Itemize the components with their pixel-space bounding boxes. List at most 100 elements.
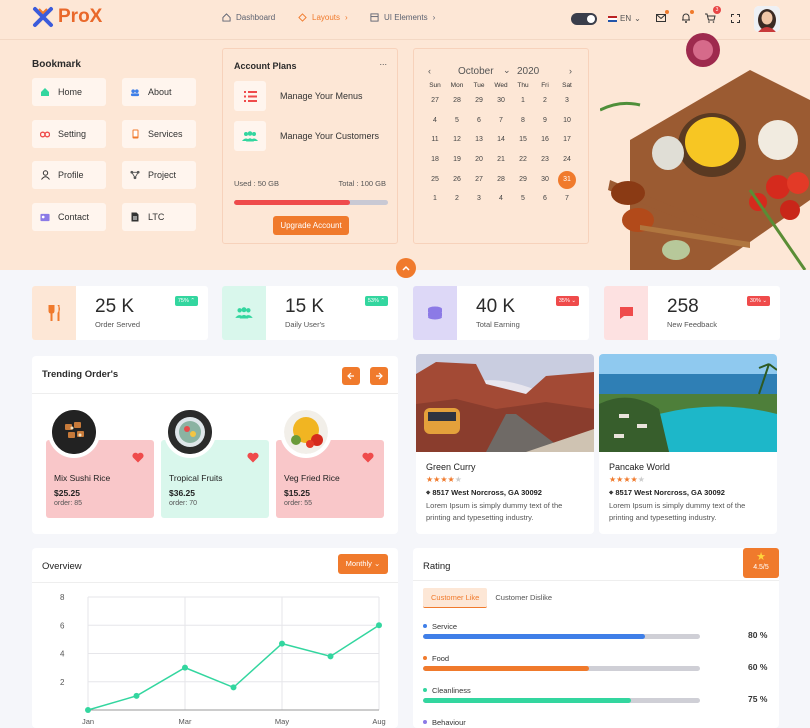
calendar-day[interactable]: 30 bbox=[490, 91, 512, 111]
calendar-day[interactable]: 13 bbox=[468, 130, 490, 150]
next-button[interactable] bbox=[370, 367, 388, 385]
cart-icon[interactable] bbox=[704, 12, 716, 24]
prev-month-icon[interactable]: ‹ bbox=[428, 66, 431, 76]
phone-icon bbox=[130, 129, 140, 139]
logo[interactable]: ProX bbox=[32, 6, 102, 28]
nav-layouts[interactable]: Layouts › bbox=[298, 13, 348, 22]
heart-icon[interactable] bbox=[132, 450, 144, 468]
plan-item-menus[interactable]: Manage Your Menus bbox=[234, 81, 363, 111]
calendar-day[interactable]: 9 bbox=[534, 111, 556, 131]
calendar-day[interactable]: 10 bbox=[556, 111, 578, 131]
rating-bar-fill bbox=[423, 698, 631, 703]
calendar-day[interactable]: 7 bbox=[556, 189, 578, 209]
calendar-day[interactable]: 2 bbox=[446, 189, 468, 209]
upgrade-account-button[interactable]: Upgrade Account bbox=[273, 216, 349, 235]
rating-bar-fill bbox=[423, 666, 590, 671]
calendar-day[interactable]: 24 bbox=[556, 150, 578, 170]
heart-icon[interactable] bbox=[362, 450, 374, 468]
chevron-down-icon[interactable]: ⌄ bbox=[503, 65, 511, 76]
calendar-day[interactable]: 28 bbox=[490, 170, 512, 190]
x-tick-label: May bbox=[275, 717, 289, 726]
tab-customer-like[interactable]: Customer Like bbox=[423, 588, 488, 608]
calendar-day[interactable]: 6 bbox=[534, 189, 556, 209]
period-select[interactable]: Monthly ⌄ bbox=[338, 554, 388, 574]
stat-value: 40 K bbox=[476, 296, 516, 317]
bookmark-profile[interactable]: Profile bbox=[32, 161, 106, 189]
calendar-day[interactable]: 8 bbox=[512, 111, 534, 131]
calendar-day[interactable]: 12 bbox=[446, 130, 468, 150]
calendar-day[interactable]: 14 bbox=[490, 130, 512, 150]
bookmark-about[interactable]: About bbox=[122, 78, 196, 106]
place-name: Green Curry bbox=[426, 462, 476, 472]
calendar-day[interactable]: 22 bbox=[512, 150, 534, 170]
calendar-day[interactable]: 2 bbox=[534, 91, 556, 111]
stat-card-feedback: 258 New Feedback 30% ⌄ bbox=[604, 286, 780, 340]
tab-customer-dislike[interactable]: Customer Dislike bbox=[487, 588, 560, 608]
rating-title: Rating bbox=[423, 561, 451, 572]
avatar[interactable] bbox=[754, 6, 780, 32]
calendar-day[interactable]: 18 bbox=[424, 150, 446, 170]
calendar-month[interactable]: October bbox=[458, 66, 494, 77]
account-plans-card: Account Plans ... Manage Your Menus Mana… bbox=[222, 48, 398, 244]
calendar-day[interactable]: 29 bbox=[468, 91, 490, 111]
calendar-day[interactable]: 4 bbox=[490, 189, 512, 209]
weekday-label: Wed bbox=[494, 82, 508, 89]
bookmark-contact[interactable]: Contact bbox=[32, 203, 106, 231]
calendar-year[interactable]: 2020 bbox=[517, 66, 539, 77]
bookmark-ltc[interactable]: LTC bbox=[122, 203, 196, 231]
nav-ui-elements[interactable]: UI Elements › bbox=[370, 13, 435, 22]
heart-icon[interactable] bbox=[247, 450, 259, 468]
calendar-day[interactable]: 29 bbox=[512, 170, 534, 190]
calendar-day[interactable]: 19 bbox=[446, 150, 468, 170]
bell-icon[interactable] bbox=[680, 10, 694, 24]
place-card[interactable]: Pancake World ★★★★★ ⌖ 8517 West Norcross… bbox=[599, 354, 777, 534]
calendar-day[interactable]: 27 bbox=[468, 170, 490, 190]
calendar-day[interactable]: 3 bbox=[556, 91, 578, 111]
calendar-day[interactable]: 27 bbox=[424, 91, 446, 111]
calendar-day[interactable]: 20 bbox=[468, 150, 490, 170]
calendar-day[interactable]: 30 bbox=[534, 170, 556, 190]
calendar-day[interactable]: 15 bbox=[512, 130, 534, 150]
fullscreen-icon[interactable] bbox=[729, 12, 741, 24]
calendar-day[interactable]: 7 bbox=[490, 111, 512, 131]
bookmark-setting[interactable]: Setting bbox=[32, 120, 106, 148]
plan-item-customers[interactable]: Manage Your Customers bbox=[234, 121, 379, 151]
nav-dashboard[interactable]: Dashboard bbox=[222, 13, 275, 22]
bookmark-label: Setting bbox=[58, 129, 87, 139]
logo-icon bbox=[33, 7, 53, 27]
calendar-day[interactable]: 4 bbox=[424, 111, 446, 131]
calendar-day[interactable]: 5 bbox=[446, 111, 468, 131]
bookmark-project[interactable]: Project bbox=[122, 161, 196, 189]
calendar-day[interactable]: 3 bbox=[468, 189, 490, 209]
calendar-day[interactable]: 17 bbox=[556, 130, 578, 150]
stat-card-orders: 25 K Order Served 75% ⌃ bbox=[32, 286, 208, 340]
calendar-day[interactable]: 31 bbox=[556, 170, 578, 190]
calendar-day[interactable]: 1 bbox=[424, 189, 446, 209]
language-select[interactable]: EN ⌄ bbox=[608, 14, 641, 23]
next-month-icon[interactable]: › bbox=[569, 66, 572, 76]
bookmark-home[interactable]: Home bbox=[32, 78, 106, 106]
stat-card-users: 15 K Daily User's 53% ⌃ bbox=[222, 286, 398, 340]
collapse-button[interactable] bbox=[396, 258, 416, 278]
dark-mode-toggle[interactable] bbox=[571, 13, 597, 25]
place-image bbox=[599, 354, 777, 452]
bookmark-services[interactable]: Services bbox=[122, 120, 196, 148]
calendar-day[interactable]: 16 bbox=[534, 130, 556, 150]
calendar-day[interactable]: 6 bbox=[468, 111, 490, 131]
place-card[interactable]: Green Curry ★★★★★ ⌖ 8517 West Norcross, … bbox=[416, 354, 594, 534]
calendar-day[interactable]: 28 bbox=[446, 91, 468, 111]
calendar-day[interactable]: 25 bbox=[424, 170, 446, 190]
calendar-day[interactable]: 1 bbox=[512, 91, 534, 111]
calendar-day[interactable]: 11 bbox=[424, 130, 446, 150]
stat-percent: 75% bbox=[177, 298, 189, 304]
x-tick-label: Mar bbox=[179, 717, 192, 726]
calendar-day[interactable]: 23 bbox=[534, 150, 556, 170]
stat-percent: 53% bbox=[367, 298, 379, 304]
more-icon[interactable]: ... bbox=[379, 57, 387, 67]
mail-icon[interactable] bbox=[655, 10, 669, 24]
prev-button[interactable] bbox=[342, 367, 360, 385]
calendar-day[interactable]: 5 bbox=[512, 189, 534, 209]
calendar-day[interactable]: 21 bbox=[490, 150, 512, 170]
calendar-day[interactable]: 26 bbox=[446, 170, 468, 190]
location-icon: ⌖ bbox=[426, 488, 431, 497]
